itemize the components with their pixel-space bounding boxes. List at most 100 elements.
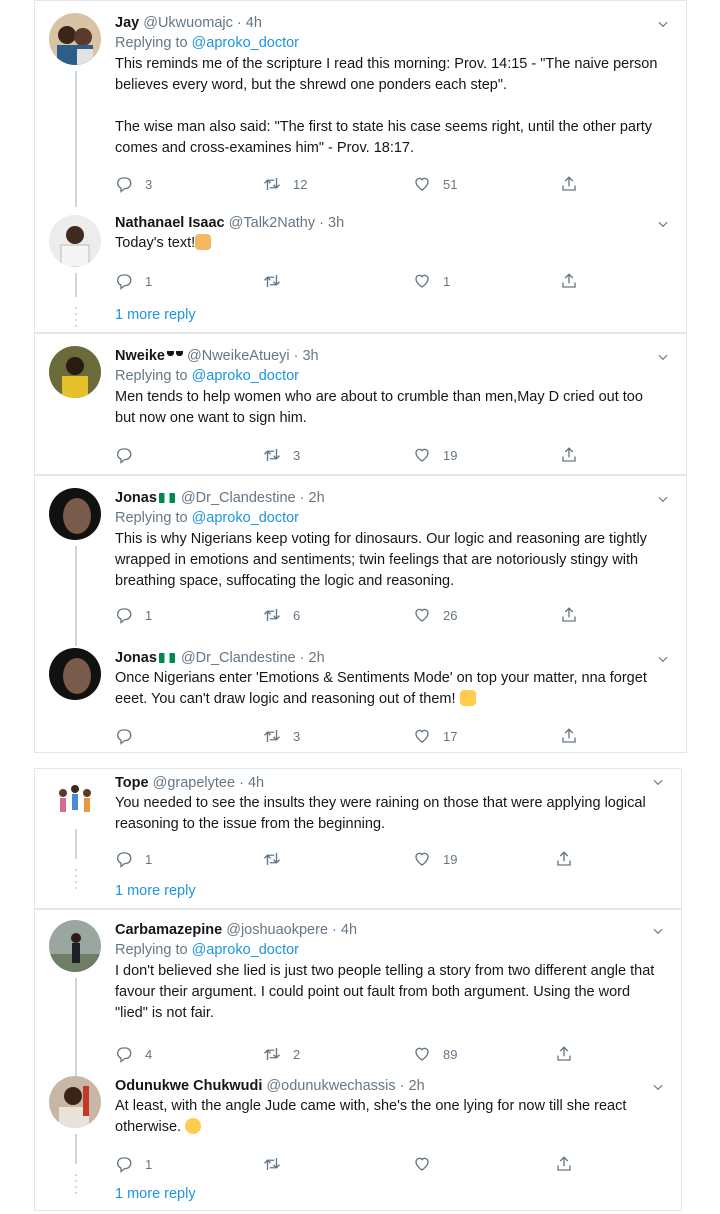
like-button[interactable]: 19 xyxy=(413,443,457,467)
author-name[interactable]: Jay xyxy=(115,15,139,31)
retweet-count: 6 xyxy=(293,607,301,623)
like-button[interactable]: 51 xyxy=(413,172,457,196)
avatar[interactable] xyxy=(49,488,101,540)
reply-button[interactable]: 1 xyxy=(115,269,152,293)
avatar[interactable] xyxy=(49,773,101,825)
author-handle[interactable]: @joshuaokpere xyxy=(226,922,328,938)
like-button[interactable]: 17 xyxy=(413,724,457,748)
reply-button[interactable]: 1 xyxy=(115,1152,152,1176)
heart-icon xyxy=(413,1155,431,1173)
tears-of-joy-emoji xyxy=(185,1118,202,1134)
nigeria-flag-emoji xyxy=(158,653,175,663)
like-button[interactable] xyxy=(413,1152,443,1176)
tweet[interactable]: Jay @Ukwuomajc · 4h Replying to @aproko_… xyxy=(35,13,686,207)
reply-button[interactable] xyxy=(115,443,145,467)
reply-button[interactable]: 4 xyxy=(115,1042,152,1066)
author-name[interactable]: Jonas xyxy=(115,650,157,666)
reply-icon xyxy=(115,850,133,868)
reply-count: 1 xyxy=(145,273,153,289)
separator: · xyxy=(299,490,305,506)
retweet-button[interactable] xyxy=(263,269,293,293)
author-handle[interactable]: @NweikeAtueyi xyxy=(187,348,290,364)
timestamp[interactable]: 2h xyxy=(409,1078,425,1094)
like-button[interactable]: 89 xyxy=(413,1042,457,1066)
timestamp[interactable]: 3h xyxy=(328,215,344,231)
tweet[interactable]: Jonas @Dr_Clandestine · 2h Replying to @… xyxy=(35,488,686,646)
author-name[interactable]: Tope xyxy=(115,775,149,791)
reply-button[interactable] xyxy=(115,724,145,748)
tweet[interactable]: Odunukwe Chukwudi @odunukwechassis · 2h … xyxy=(35,1076,681,1206)
author-handle[interactable]: @Ukwuomajc xyxy=(143,15,233,31)
author-name[interactable]: Nathanael Isaac xyxy=(115,215,225,231)
show-more-replies-link[interactable]: 1 more reply xyxy=(115,883,196,899)
retweet-button[interactable] xyxy=(263,847,293,871)
author-handle[interactable]: @Dr_Clandestine xyxy=(181,650,296,666)
author-name[interactable]: Nweike xyxy=(115,348,165,364)
avatar[interactable] xyxy=(49,346,101,398)
like-button[interactable]: 19 xyxy=(413,847,457,871)
share-button[interactable] xyxy=(560,172,590,196)
timestamp[interactable]: 4h xyxy=(341,922,357,938)
author-handle[interactable]: @Talk2Nathy xyxy=(229,215,315,231)
retweet-button[interactable]: 3 xyxy=(263,724,300,748)
tweet-text: You needed to see the insults they were … xyxy=(115,795,650,832)
share-icon xyxy=(555,850,573,868)
share-button[interactable] xyxy=(560,269,590,293)
share-button[interactable] xyxy=(555,1152,585,1176)
reply-button[interactable]: 1 xyxy=(115,847,152,871)
share-button[interactable] xyxy=(560,603,590,627)
conversation-panel: Jay @Ukwuomajc · 4h Replying to @aproko_… xyxy=(34,0,687,333)
retweet-button[interactable]: 12 xyxy=(263,172,307,196)
show-more-replies-link[interactable]: 1 more reply xyxy=(115,307,196,323)
share-button[interactable] xyxy=(560,724,590,748)
author-handle[interactable]: @odunukwechassis xyxy=(266,1078,395,1094)
like-button[interactable]: 1 xyxy=(413,269,450,293)
retweet-count: 12 xyxy=(293,176,308,192)
timestamp[interactable]: 2h xyxy=(309,490,325,506)
retweet-button[interactable]: 6 xyxy=(263,603,300,627)
author-handle[interactable]: @Dr_Clandestine xyxy=(181,490,296,506)
tweet[interactable]: Tope @grapelytee · 4h You needed to see … xyxy=(35,773,681,905)
thread-line xyxy=(75,273,77,297)
heart-icon xyxy=(413,175,431,193)
share-button[interactable] xyxy=(560,443,590,467)
timestamp[interactable]: 2h xyxy=(309,650,325,666)
avatar[interactable] xyxy=(49,13,101,65)
retweet-button[interactable]: 2 xyxy=(263,1042,300,1066)
tweet[interactable]: Nathanael Isaac @Talk2Nathy · 3h Today's… xyxy=(35,213,686,328)
timestamp[interactable]: 3h xyxy=(302,348,318,364)
sunglasses-emoji xyxy=(166,351,183,357)
retweet-button[interactable] xyxy=(263,1152,293,1176)
reply-button[interactable]: 1 xyxy=(115,603,152,627)
mention-link[interactable]: @aproko_doctor xyxy=(192,942,299,958)
author-name[interactable]: Carbamazepine xyxy=(115,922,222,938)
author-name[interactable]: Jonas xyxy=(115,490,157,506)
like-button[interactable]: 26 xyxy=(413,603,457,627)
show-more-replies-link[interactable]: 1 more reply xyxy=(115,1186,196,1202)
timestamp[interactable]: 4h xyxy=(248,775,264,791)
author-handle[interactable]: @grapelytee xyxy=(153,775,235,791)
avatar[interactable] xyxy=(49,1076,101,1128)
timestamp[interactable]: 4h xyxy=(246,15,262,31)
avatar[interactable] xyxy=(49,215,101,267)
conversation-panel: Jonas @Dr_Clandestine · 2h Replying to @… xyxy=(34,475,687,753)
author-name[interactable]: Odunukwe Chukwudi xyxy=(115,1078,262,1094)
mention-link[interactable]: @aproko_doctor xyxy=(192,510,299,526)
tweet-actions: 3 17 xyxy=(115,724,595,748)
share-icon xyxy=(560,175,578,193)
mention-link[interactable]: @aproko_doctor xyxy=(192,368,299,384)
tweet[interactable]: Carbamazepine @joshuaokpere · 4h Replyin… xyxy=(35,920,681,1080)
tweet-actions: 3 12 51 xyxy=(115,172,595,196)
tweet[interactable]: Nweike @NweikeAtueyi · 3h Replying to @a… xyxy=(35,346,686,471)
nigeria-flag-emoji xyxy=(158,493,175,503)
retweet-button[interactable]: 3 xyxy=(263,443,300,467)
reply-button[interactable]: 3 xyxy=(115,172,152,196)
mention-link[interactable]: @aproko_doctor xyxy=(192,35,299,51)
retweet-icon xyxy=(263,446,281,464)
tweet[interactable]: Jonas @Dr_Clandestine · 2h Once Nigerian… xyxy=(35,648,686,748)
avatar[interactable] xyxy=(49,920,101,972)
separator: · xyxy=(319,215,324,231)
share-button[interactable] xyxy=(555,847,585,871)
avatar[interactable] xyxy=(49,648,101,700)
share-button[interactable] xyxy=(555,1042,585,1066)
